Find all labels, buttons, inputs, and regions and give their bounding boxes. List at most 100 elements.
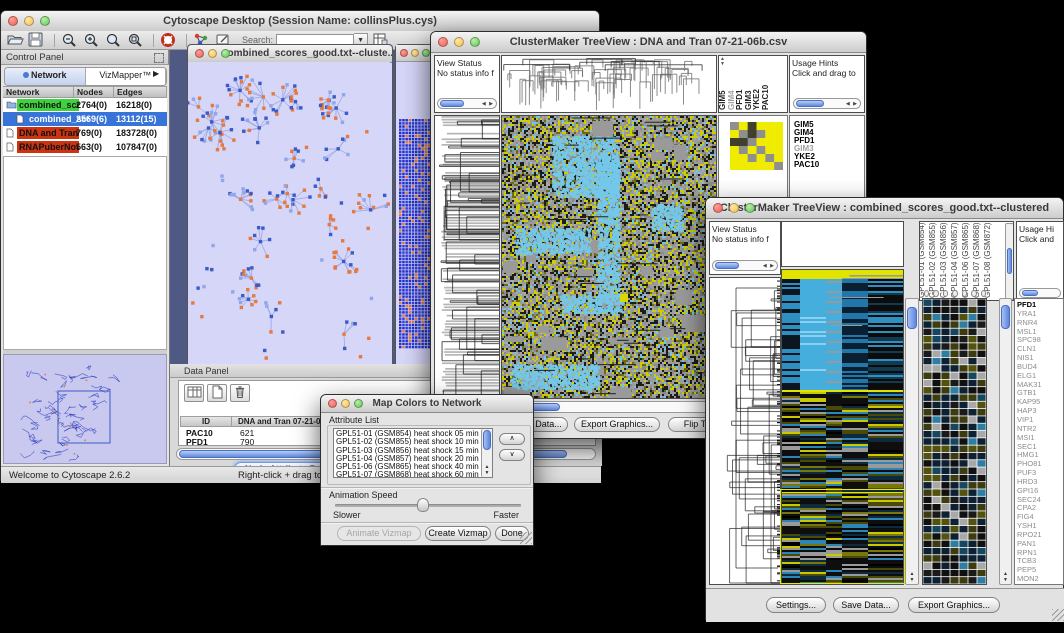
gene-label[interactable]: MSL1 <box>1017 328 1042 337</box>
network-name[interactable]: combined_scores <box>17 99 79 111</box>
minimize-button[interactable] <box>341 399 350 408</box>
scrollbar-thumb[interactable] <box>440 100 464 107</box>
resize-grip[interactable] <box>520 532 532 544</box>
dialog-titlebar[interactable]: Map Colors to Network <box>321 395 533 413</box>
scroll-arrows-icon[interactable]: ▲▼ <box>482 464 492 476</box>
gene-label[interactable]: PAC10 <box>794 161 819 169</box>
gene-label[interactable]: SEC1 <box>1017 443 1042 452</box>
network-name[interactable]: DNA and Tran 07 <box>17 127 79 139</box>
heatmap-zoom-view[interactable] <box>922 298 987 585</box>
data-row-value[interactable]: 790 <box>240 437 254 447</box>
gene-label[interactable]: ELG1 <box>1017 372 1042 381</box>
array-labels-panel[interactable]: GPL51-01 (GSM854)GPL51-02 (GSM855)GPL51-… <box>919 221 1014 301</box>
delete-attribute-icon[interactable] <box>230 384 250 402</box>
scroll-arrows-icon[interactable]: ▲▼ <box>1000 571 1011 583</box>
zoom-button[interactable] <box>221 49 230 58</box>
scrollbar-thumb[interactable] <box>907 307 917 329</box>
scrollbar-thumb[interactable] <box>483 430 491 450</box>
row-dendrogram-panel[interactable] <box>709 277 781 585</box>
minimize-button[interactable] <box>454 37 464 47</box>
new-attribute-icon[interactable] <box>207 384 227 402</box>
gene-label[interactable]: HRD3 <box>1017 478 1042 487</box>
global-view-vscrollbar[interactable]: ▲▼ <box>905 298 919 585</box>
zoom-in-icon[interactable] <box>83 32 103 49</box>
zoom-button[interactable] <box>422 49 430 57</box>
zoom-button[interactable] <box>745 203 755 213</box>
usage-hints-scrollbar[interactable]: ◀ ▶ <box>793 98 861 109</box>
gene-label[interactable]: GPI16 <box>1017 487 1042 496</box>
network-tree-row[interactable]: combined_sco2569(6)13112(15) <box>3 112 167 126</box>
gene-label[interactable]: FIG4 <box>1017 513 1042 522</box>
gene-label[interactable]: NIS1 <box>1017 354 1042 363</box>
gene-label[interactable]: CLN1 <box>1017 345 1042 354</box>
main-titlebar[interactable]: Cytoscape Desktop (Session Name: collins… <box>1 11 599 32</box>
tab-overflow-arrow[interactable]: ▶ <box>153 69 159 78</box>
gene-label[interactable]: HMG1 <box>1017 451 1042 460</box>
minimize-button[interactable] <box>24 16 34 26</box>
select-attributes-icon[interactable] <box>184 384 204 402</box>
scrollbar-thumb[interactable] <box>796 100 824 107</box>
column-labels-panel[interactable]: ▲▼ GIM5GIM4PFD1GIM3YKE2PAC10 <box>718 55 788 113</box>
gene-label[interactable]: YSH1 <box>1017 522 1042 531</box>
attribute-listbox[interactable]: GPL51-01 (GSM854) heat shock 05 minGPL51… <box>333 428 493 478</box>
gene-label[interactable]: TCB3 <box>1017 557 1042 566</box>
gene-label[interactable]: YKE2 <box>794 153 819 161</box>
column-header-edges[interactable]: Edges <box>114 86 167 98</box>
array-label[interactable]: GPL51-03 (GSM856) <box>939 222 948 298</box>
gene-label[interactable]: HAP3 <box>1017 407 1042 416</box>
settings-button[interactable]: Settings... <box>766 597 826 613</box>
column-dendrogram-panel[interactable] <box>501 55 717 113</box>
gene-label[interactable]: GIM3 <box>794 145 819 153</box>
background-network-window[interactable] <box>395 44 434 368</box>
export-graphics-button[interactable]: Export Graphics... <box>574 417 660 432</box>
zoom-selected-icon[interactable] <box>127 32 147 49</box>
attribute-list-scrollbar[interactable]: ▲▼ <box>481 429 492 477</box>
array-label[interactable]: GIM5 <box>718 90 727 110</box>
column-dendrogram-panel[interactable] <box>781 221 904 267</box>
view-status-scrollbar[interactable]: ◀ ▶ <box>437 98 497 109</box>
help-lifering-icon[interactable] <box>160 32 180 49</box>
row-dendrogram-panel[interactable] <box>434 115 500 399</box>
array-label[interactable]: GPL51-08 (GSM872) <box>983 222 992 298</box>
gene-label[interactable]: NTR2 <box>1017 425 1042 434</box>
save-session-icon[interactable] <box>28 32 48 49</box>
data-row-id[interactable]: PFD1 <box>186 437 208 447</box>
treeview2-titlebar[interactable]: ClusterMaker TreeView : combined_scores_… <box>706 198 1063 219</box>
gene-label[interactable]: RPO21 <box>1017 531 1042 540</box>
array-label[interactable]: GPL51-02 (GSM855) <box>928 222 937 298</box>
data-column-id[interactable]: ID <box>180 416 232 427</box>
scroll-arrows-icon[interactable]: ◀ ▶ <box>482 100 494 108</box>
scroll-arrows-icon[interactable]: ▲▼ <box>906 571 918 583</box>
gene-label[interactable]: BUD4 <box>1017 363 1042 372</box>
speed-slider-thumb[interactable] <box>417 498 429 512</box>
close-button[interactable] <box>195 49 204 58</box>
gene-label[interactable]: CPA2 <box>1017 504 1042 513</box>
heatmap-global-view[interactable] <box>501 115 717 399</box>
close-button[interactable] <box>328 399 337 408</box>
treeview1-titlebar[interactable]: ClusterMaker TreeView : DNA and Tran 07-… <box>431 32 866 53</box>
resize-grip[interactable] <box>1052 609 1064 621</box>
minimize-button[interactable] <box>729 203 739 213</box>
scrollbar-thumb[interactable] <box>1001 305 1010 329</box>
gene-label[interactable]: MSI1 <box>1017 434 1042 443</box>
network-view-window[interactable]: combined_scores_good.txt--cluste... <box>187 44 393 368</box>
network-view-titlebar[interactable]: combined_scores_good.txt--cluste... <box>188 45 392 63</box>
gene-label[interactable]: PEP5 <box>1017 566 1042 575</box>
gene-label[interactable]: PUF3 <box>1017 469 1042 478</box>
gene-label[interactable]: VIP1 <box>1017 416 1042 425</box>
scrollbar-thumb[interactable] <box>1007 248 1012 274</box>
network-view-canvas[interactable] <box>188 62 390 366</box>
close-button[interactable] <box>438 37 448 47</box>
array-label[interactable]: GPL51-01 (GSM854) <box>919 222 926 298</box>
zoom-view-vscrollbar[interactable]: ▲▼ <box>999 298 1012 585</box>
array-label[interactable]: GPL51-07 (GSM868) <box>972 222 981 298</box>
array-label[interactable]: PFD1 <box>735 90 744 110</box>
usage-hints-scrollbar[interactable] <box>1019 288 1061 298</box>
view-status-scrollbar[interactable]: ◀ ▶ <box>712 260 778 271</box>
close-button[interactable] <box>713 203 723 213</box>
scrollbar-thumb[interactable] <box>715 262 739 269</box>
labels-scrollbar[interactable] <box>1005 223 1014 300</box>
gene-label[interactable]: PFD1 <box>1017 301 1042 310</box>
dense-network-grid-canvas[interactable] <box>398 118 431 350</box>
close-button[interactable] <box>400 49 408 57</box>
